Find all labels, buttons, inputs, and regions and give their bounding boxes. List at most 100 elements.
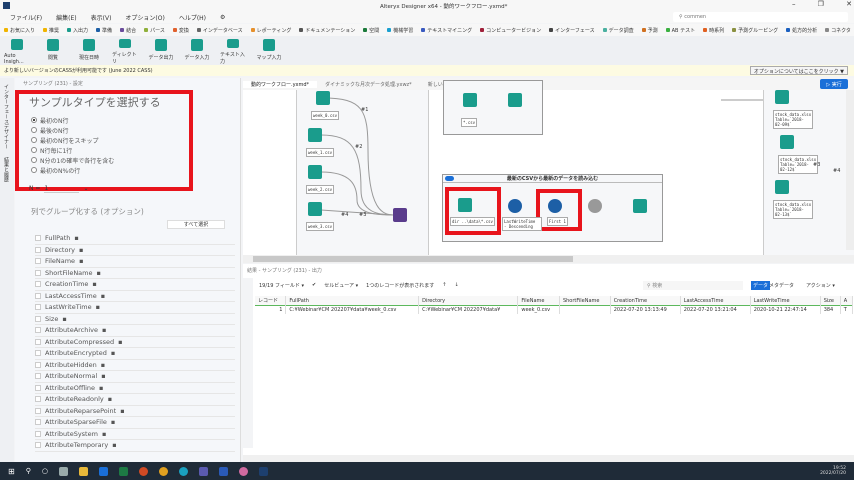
sample-type-radio[interactable]: N行毎に1行 bbox=[31, 145, 114, 155]
input-data-icon[interactable] bbox=[780, 135, 794, 149]
outlook-icon[interactable] bbox=[98, 466, 108, 476]
menu-file[interactable]: ファイル(F) bbox=[10, 13, 42, 22]
chrome-icon[interactable] bbox=[158, 466, 168, 476]
close-button[interactable]: ✕ bbox=[846, 0, 852, 8]
menu-options[interactable]: オプション(O) bbox=[125, 13, 164, 22]
table-cell[interactable]: 2022-07-20 13:21:04 bbox=[680, 305, 751, 314]
field-checkbox-row[interactable]: AttributeReparsePoint ▪ bbox=[35, 406, 235, 417]
checkbox[interactable] bbox=[35, 281, 41, 288]
table-cell[interactable]: week_0.csv bbox=[517, 305, 560, 314]
tool-item[interactable]: 現在日時 bbox=[76, 36, 102, 65]
column-header[interactable]: LastAccessTime bbox=[680, 296, 751, 306]
edge-icon[interactable] bbox=[178, 466, 188, 476]
tool-item[interactable]: データ出力 bbox=[148, 36, 174, 65]
cortana-icon[interactable]: ○ bbox=[42, 467, 48, 475]
browse-icon[interactable] bbox=[508, 93, 522, 107]
dynamic-input-icon[interactable] bbox=[588, 199, 602, 213]
container-toggle[interactable] bbox=[445, 176, 454, 181]
workflow-tab[interactable]: 動的ワークフロー.yxmd* bbox=[243, 80, 318, 88]
category-tab[interactable]: 入出力 bbox=[67, 27, 88, 34]
column-header[interactable]: Size bbox=[820, 296, 841, 306]
category-tab[interactable]: 推奨 bbox=[43, 27, 59, 34]
checkbox[interactable] bbox=[35, 235, 41, 242]
excel-icon[interactable] bbox=[118, 466, 128, 476]
field-checkbox-row[interactable]: AttributeHidden ▪ bbox=[35, 360, 235, 371]
category-tab[interactable]: 変換 bbox=[172, 27, 189, 34]
word-icon[interactable] bbox=[218, 466, 228, 476]
browse-icon[interactable] bbox=[633, 199, 647, 213]
category-tab[interactable]: レポーティング bbox=[250, 27, 291, 34]
checkbox[interactable] bbox=[35, 258, 41, 265]
category-tab[interactable]: 空間 bbox=[363, 27, 379, 34]
windows-start-icon[interactable]: ⊞ bbox=[8, 467, 15, 476]
down-arrow-icon[interactable]: ↓ bbox=[455, 282, 459, 289]
category-tab[interactable]: インターフェース bbox=[549, 27, 595, 34]
sample-type-radio[interactable]: 最初のN行をスキップ bbox=[31, 135, 114, 145]
run-button[interactable]: ▷ 実行 bbox=[820, 79, 848, 89]
tool-item[interactable]: Auto Insigh... bbox=[4, 36, 30, 65]
field-checkbox-row[interactable]: ShortFileName ▪ bbox=[35, 268, 235, 279]
sample-type-radio[interactable]: 最後のN行 bbox=[31, 125, 114, 135]
data-button[interactable]: データ bbox=[751, 281, 771, 290]
field-checkbox-row[interactable]: AttributeReadonly ▪ bbox=[35, 394, 235, 406]
union-icon[interactable] bbox=[393, 208, 407, 222]
category-tab[interactable]: テキストマイニング bbox=[421, 27, 472, 34]
field-checkbox-row[interactable]: LastAccessTime ▪ bbox=[35, 291, 235, 302]
checkbox[interactable] bbox=[35, 407, 41, 414]
check-icon[interactable]: ✔ bbox=[312, 282, 316, 289]
field-checkbox-row[interactable]: AttributeOffline ▪ bbox=[35, 383, 235, 394]
column-header[interactable]: FullPath bbox=[285, 296, 420, 306]
checkbox[interactable] bbox=[35, 442, 41, 449]
search-icon[interactable]: ⚲ bbox=[26, 467, 31, 475]
table-cell[interactable]: 1 bbox=[255, 305, 287, 314]
table-cell[interactable]: C:¥Webinar¥CM 202207¥data¥ bbox=[418, 305, 519, 314]
vertical-scrollbar[interactable] bbox=[846, 90, 854, 250]
horizontal-scrollbar[interactable] bbox=[243, 255, 854, 263]
input-data-icon[interactable] bbox=[308, 165, 322, 179]
minimize-button[interactable]: – bbox=[792, 0, 796, 8]
field-checkbox-row[interactable]: Size ▪ bbox=[35, 314, 235, 325]
column-header[interactable]: LastWriteTime bbox=[750, 296, 821, 306]
up-arrow-icon[interactable]: ↑ bbox=[442, 282, 446, 289]
column-header[interactable]: CreationTime bbox=[610, 296, 681, 306]
category-tab[interactable]: お気に入り bbox=[4, 27, 35, 34]
table-cell[interactable]: T bbox=[840, 305, 854, 314]
checkbox[interactable] bbox=[35, 246, 41, 253]
checkbox[interactable] bbox=[35, 292, 41, 299]
field-checkbox-row[interactable]: LastWriteTime ▪ bbox=[35, 302, 235, 314]
table-cell[interactable]: 2022-07-20 13:13:49 bbox=[610, 305, 681, 314]
checkbox[interactable] bbox=[35, 373, 41, 380]
category-tab[interactable]: パース bbox=[144, 27, 165, 34]
input-data-icon[interactable] bbox=[775, 90, 789, 104]
tool-item[interactable]: データ入力 bbox=[184, 36, 210, 65]
input-data-icon[interactable] bbox=[316, 91, 330, 105]
checkbox[interactable] bbox=[35, 304, 41, 311]
gear-icon[interactable]: ⚙ bbox=[220, 14, 225, 21]
category-tab[interactable]: コンピュータービジョン bbox=[480, 27, 541, 34]
category-tab[interactable]: 機械学習 bbox=[387, 27, 413, 34]
radio-circle[interactable] bbox=[31, 127, 37, 133]
category-tab[interactable]: AB テスト bbox=[665, 27, 695, 34]
input-data-icon[interactable] bbox=[775, 180, 789, 194]
checkbox[interactable] bbox=[35, 430, 41, 437]
sample-icon[interactable] bbox=[548, 199, 562, 213]
teams-icon[interactable] bbox=[198, 466, 208, 476]
checkbox[interactable] bbox=[35, 315, 41, 322]
table-cell[interactable]: C:¥Webinar¥CM 202207¥data¥week_0.csv bbox=[285, 305, 420, 314]
directory-icon[interactable] bbox=[458, 198, 472, 212]
checkbox[interactable] bbox=[35, 396, 41, 403]
category-tab[interactable]: 予測グルーピング bbox=[732, 27, 778, 34]
sort-icon[interactable] bbox=[508, 199, 522, 213]
field-checkbox-row[interactable]: AttributeNormal ▪ bbox=[35, 371, 235, 383]
powerpoint-icon[interactable] bbox=[138, 466, 148, 476]
workflow-tab[interactable]: ダイナミックな月次データ処理.yxwz* bbox=[317, 81, 420, 88]
alteryx-icon[interactable] bbox=[258, 466, 268, 476]
sample-type-radio[interactable]: 最初のN%の行 bbox=[31, 165, 114, 175]
metadata-button[interactable]: メタデータ bbox=[769, 282, 794, 289]
column-header[interactable]: レコード bbox=[255, 296, 287, 306]
input-data-icon[interactable] bbox=[463, 93, 477, 107]
radio-circle[interactable] bbox=[31, 117, 37, 123]
interface-designer-tab[interactable]: インターフェースデザイナー bbox=[3, 84, 10, 149]
checkbox[interactable] bbox=[35, 384, 41, 391]
field-checkbox-row[interactable]: FileName ▪ bbox=[35, 256, 235, 268]
